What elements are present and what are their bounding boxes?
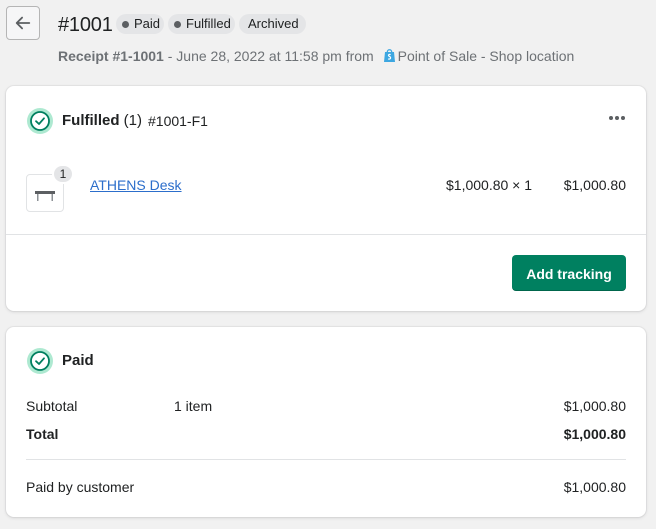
receipt-date: - June 28, 2022 at 11:58 pm from bbox=[163, 48, 378, 64]
paid-by-label: Paid by customer bbox=[26, 479, 135, 495]
fulfilled-title: Fulfilled (1) bbox=[62, 111, 142, 131]
order-source: Point of Sale - Shop location bbox=[397, 48, 575, 64]
receipt-number: Receipt #1-1001 bbox=[58, 48, 164, 64]
paid-title: Paid bbox=[62, 352, 94, 369]
product-link[interactable]: ATHENS Desk bbox=[90, 176, 182, 194]
line-total: $1,000.80 bbox=[563, 177, 626, 193]
subtotal-label: Subtotal bbox=[26, 398, 78, 414]
back-button[interactable] bbox=[6, 6, 40, 40]
badge-label: Paid bbox=[134, 16, 161, 31]
shopify-bag-icon bbox=[383, 49, 395, 62]
badge-label: Archived bbox=[248, 16, 299, 31]
subtotal-items: 1 item bbox=[174, 398, 213, 414]
status-dot-icon bbox=[174, 20, 181, 28]
arrow-left-icon bbox=[15, 16, 31, 30]
divider bbox=[6, 234, 646, 235]
divider bbox=[26, 459, 626, 460]
fulfilled-title-label: Fulfilled bbox=[62, 112, 120, 129]
status-badge-fulfilled: Fulfilled bbox=[168, 14, 235, 34]
fulfilled-card: Fulfilled (1) #1001-F1 1 ATHENS Desk $1,… bbox=[6, 86, 646, 311]
circle-check-icon bbox=[27, 348, 53, 374]
total-value: $1,000.80 bbox=[563, 426, 626, 442]
circle-check-icon bbox=[27, 108, 53, 134]
total-label: Total bbox=[26, 426, 59, 442]
paid-card: Paid Subtotal 1 item $1,000.80 Total $1,… bbox=[6, 327, 646, 517]
page-title: #1001 bbox=[58, 14, 113, 36]
page-header: #1001 Paid Fulfilled Archived Receipt #1… bbox=[0, 0, 656, 80]
unit-price: $1,000.80 × 1 bbox=[446, 177, 533, 193]
fulfilled-count: (1) bbox=[123, 112, 143, 129]
ellipsis-icon[interactable] bbox=[608, 115, 626, 121]
quantity-badge: 1 bbox=[52, 164, 74, 184]
add-tracking-button[interactable]: Add tracking bbox=[512, 255, 626, 291]
status-dot-icon bbox=[122, 20, 129, 28]
fulfillment-id: #1001-F1 bbox=[148, 113, 208, 129]
paid-by-value: $1,000.80 bbox=[563, 479, 626, 495]
receipt-info: Receipt #1-1001 - June 28, 2022 at 11:58… bbox=[58, 47, 574, 65]
subtotal-value: $1,000.80 bbox=[563, 398, 626, 414]
status-badge-archived: Archived bbox=[239, 14, 306, 34]
badge-label: Fulfilled bbox=[186, 16, 231, 31]
status-badge-paid: Paid bbox=[116, 14, 164, 34]
